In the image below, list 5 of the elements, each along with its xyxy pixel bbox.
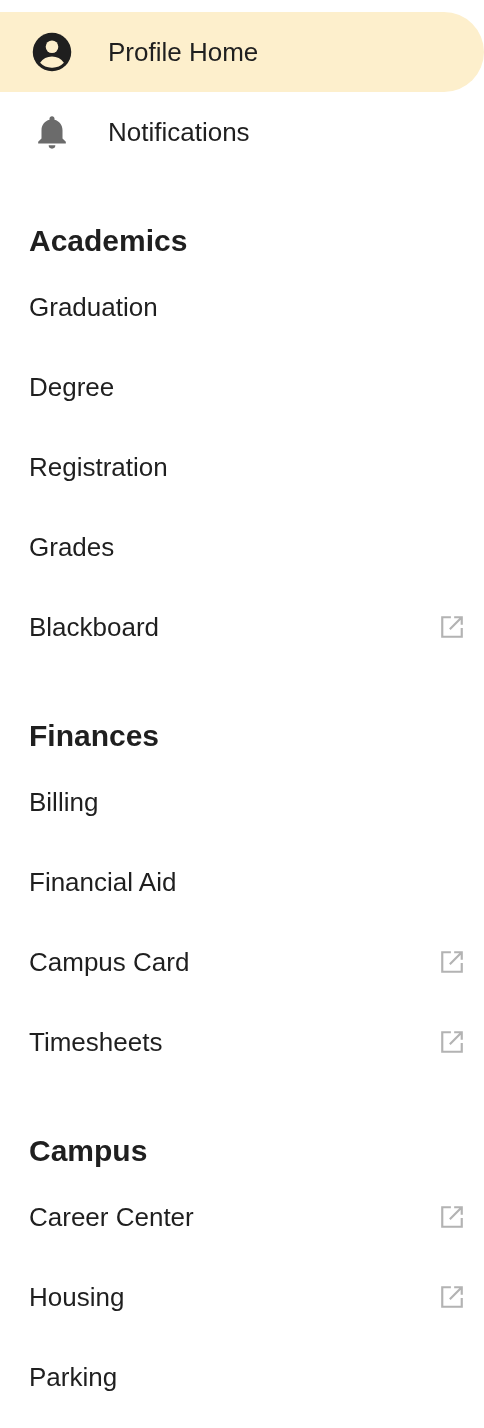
- section-heading: Finances: [28, 717, 161, 754]
- section-heading: Campus: [28, 1132, 149, 1169]
- nav-item[interactable]: Profile Home: [0, 12, 484, 92]
- account-icon: [31, 31, 73, 73]
- section-heading: Academics: [28, 222, 189, 259]
